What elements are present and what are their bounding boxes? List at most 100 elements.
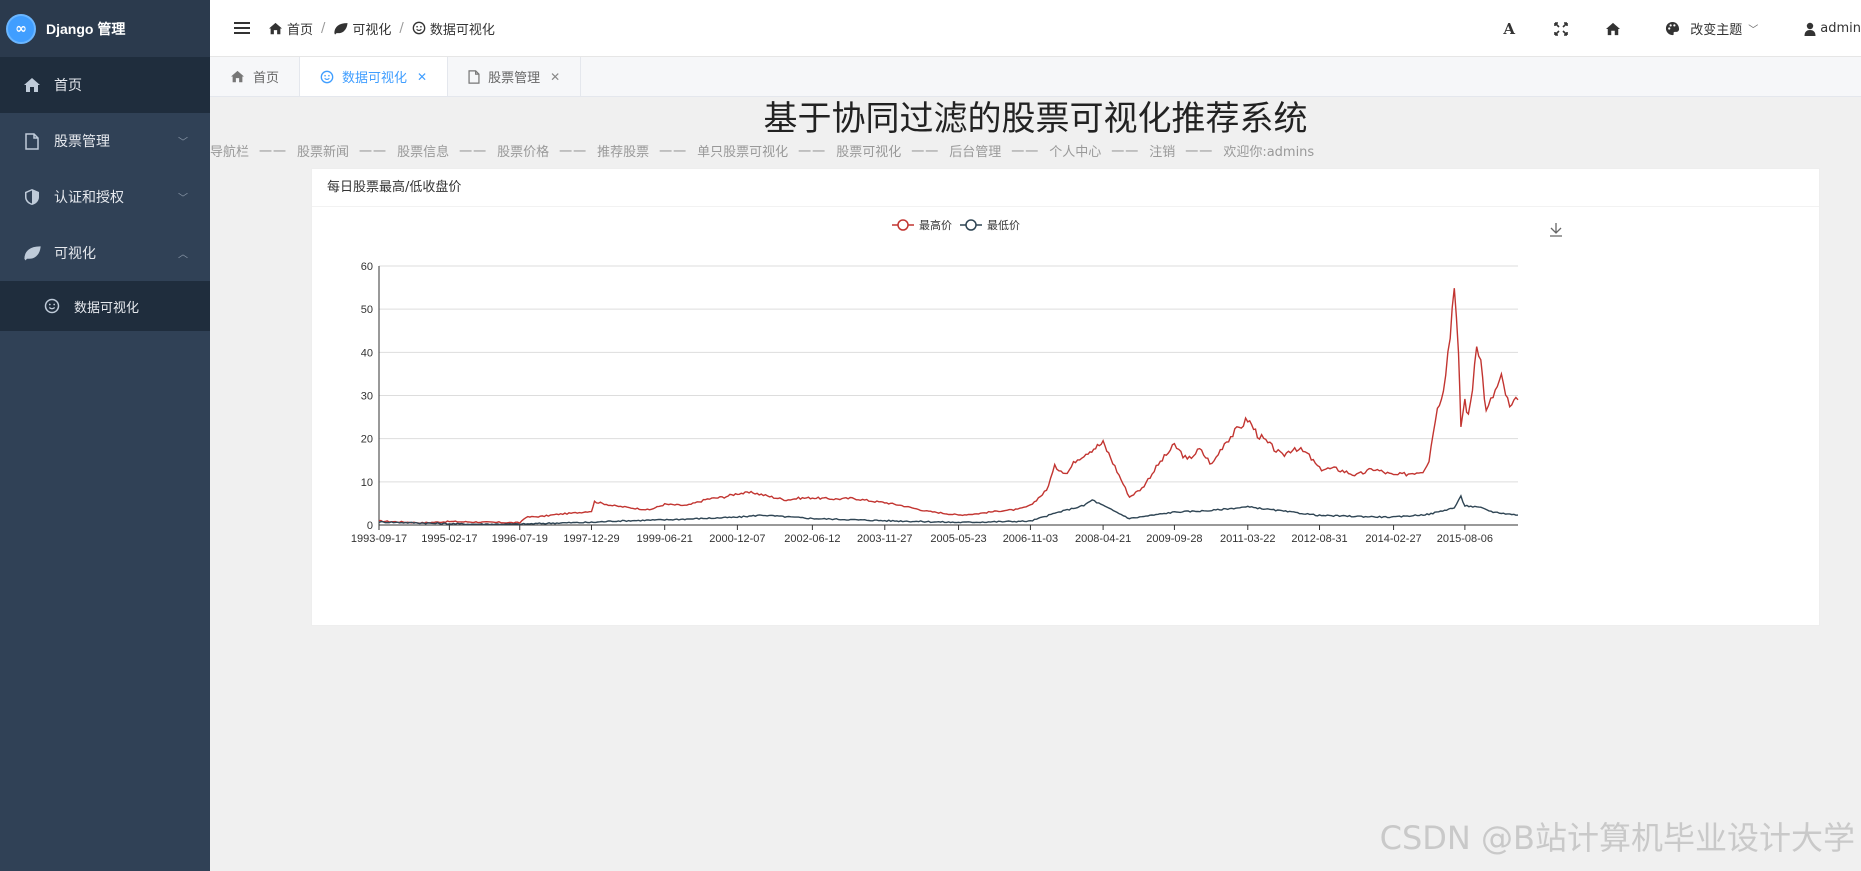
- infinity-logo-icon: ∞: [6, 13, 36, 44]
- tab-stock-management[interactable]: 股票管理 ✕: [448, 57, 582, 96]
- legend-marker: [965, 219, 977, 231]
- nav-link: 导航栏: [210, 145, 250, 160]
- nav-link[interactable]: 股票信息: [397, 141, 449, 160]
- breadcrumb-visualization[interactable]: 可视化: [352, 19, 391, 38]
- chevron-down-icon: ﹀: [1748, 25, 1759, 36]
- nav-link[interactable]: 注销: [1149, 141, 1175, 160]
- top-header: 首页 / 可视化 / 数据可视化 A 改变主题 ﹀ admin: [210, 0, 1861, 57]
- nav-separator: 一一: [1011, 145, 1040, 160]
- x-tick-label: 1999-06-21: [637, 533, 693, 545]
- user-label: admin: [1820, 21, 1861, 36]
- leaf-icon: [333, 22, 348, 35]
- home-icon: [268, 22, 283, 35]
- y-tick-label: 10: [361, 477, 373, 489]
- chart-card: 每日股票最高/低收盘价 0 10 20 30 40 50 60 1993-09-17 1995-…: [311, 168, 1820, 626]
- nav-link[interactable]: 个人中心: [1049, 141, 1101, 160]
- sidebar-item-label: 数据可视化: [74, 300, 140, 316]
- close-icon[interactable]: ✕: [550, 70, 560, 84]
- font-size-icon[interactable]: A: [1491, 11, 1527, 47]
- nav-link[interactable]: 后台管理: [949, 141, 1001, 160]
- fullscreen-icon[interactable]: [1543, 11, 1579, 47]
- nav-separator: 一一: [798, 145, 827, 160]
- legend-marker: [897, 219, 909, 231]
- palette-icon: [1665, 21, 1680, 36]
- nav-link[interactable]: 推荐股票: [597, 141, 649, 160]
- x-tick-label: 2006-11-03: [1003, 533, 1058, 545]
- user-menu[interactable]: admin: [1804, 21, 1861, 36]
- tab-data-visualization[interactable]: 数据可视化 ✕: [300, 57, 449, 96]
- tab-label: 数据可视化: [342, 71, 408, 86]
- price-line-chart: 0 10 20 30 40 50 60 1993-09-17 1995-02-17 1996-07…: [351, 218, 1562, 545]
- x-tick-label: 2011-03-22: [1220, 533, 1275, 545]
- home-icon: [22, 75, 42, 95]
- user-icon: [1804, 22, 1816, 36]
- tab-label: 股票管理: [488, 71, 541, 86]
- tab-label: 首页: [253, 71, 280, 86]
- page-tabs: 首页 数据可视化 ✕ 股票管理 ✕: [210, 57, 1861, 97]
- nav-separator: 一一: [1111, 145, 1140, 160]
- x-tick-label: 2009-09-28: [1146, 533, 1202, 545]
- sidebar-item-visualization[interactable]: 可视化 ︿: [0, 225, 210, 281]
- main-content: 基于协同过滤的股票可视化推荐系统 导航栏 一一 股票新闻 一一 股票信息 一一 股票价格 一一…: [210, 97, 1861, 871]
- y-tick-label: 60: [361, 261, 373, 273]
- nav-link[interactable]: 股票新闻: [297, 141, 349, 160]
- header-actions: A 改变主题 ﹀ admin: [1475, 0, 1861, 57]
- brand-title: Django 管理: [46, 20, 126, 37]
- download-icon[interactable]: [1550, 223, 1562, 237]
- file-icon: [468, 69, 480, 84]
- breadcrumb-home[interactable]: 首页: [287, 19, 313, 38]
- nav-link[interactable]: 单只股票可视化: [697, 141, 788, 160]
- home-icon: [230, 70, 245, 83]
- chevron-up-icon: ︿: [178, 249, 188, 261]
- shield-icon: [22, 187, 42, 207]
- hamburger-icon[interactable]: [234, 19, 250, 37]
- theme-switcher[interactable]: 改变主题 ﹀: [1665, 19, 1758, 38]
- y-tick-label: 50: [361, 304, 373, 316]
- x-tick-label: 1997-12-29: [563, 533, 619, 545]
- brand[interactable]: ∞ Django 管理: [0, 0, 210, 57]
- legend-label: 最高价: [919, 218, 952, 232]
- breadcrumb: 首页 / 可视化 / 数据可视化: [268, 19, 495, 38]
- x-tick-label: 2005-05-23: [930, 533, 986, 545]
- leaf-icon: [22, 243, 42, 263]
- sidebar-item-home[interactable]: 首页: [0, 57, 210, 113]
- legend-label: 最低价: [987, 219, 1020, 232]
- page-title: 基于协同过滤的股票可视化推荐系统: [763, 99, 1308, 139]
- card-title: 每日股票最高/低收盘价: [312, 169, 1819, 207]
- nav-separator: 一一: [659, 145, 688, 160]
- chevron-down-icon: ﹀: [178, 137, 188, 149]
- theme-label: 改变主题: [1690, 23, 1743, 38]
- sidebar: ∞ Django 管理 首页 股票管理 ﹀ 认证和授权 ﹀ 可视化 ︿ 数据可视…: [0, 0, 210, 871]
- nav-separator: 一一: [259, 145, 288, 160]
- x-tick-label: 2012-08-31: [1291, 533, 1347, 545]
- nav-link[interactable]: 股票价格: [497, 141, 549, 160]
- close-icon[interactable]: ✕: [417, 70, 427, 84]
- y-tick-label: 30: [361, 391, 373, 403]
- sidebar-item-stock-management[interactable]: 股票管理 ﹀: [0, 113, 210, 169]
- x-tick-label: 1993-09-17: [351, 533, 407, 545]
- x-tick-label: 2003-11-27: [857, 533, 912, 545]
- breadcrumb-separator: /: [399, 20, 404, 36]
- x-tick-label: 1996-07-19: [492, 533, 548, 545]
- nav-separator: 一一: [459, 145, 488, 160]
- sidebar-item-label: 首页: [54, 78, 82, 94]
- breadcrumb-data-visualization: 数据可视化: [429, 22, 495, 38]
- chevron-down-icon: ﹀: [178, 193, 188, 205]
- x-tick-label: 2014-02-27: [1365, 533, 1421, 545]
- sidebar-item-auth[interactable]: 认证和授权 ﹀: [0, 169, 210, 225]
- tab-home[interactable]: 首页: [210, 57, 301, 96]
- nav-separator: 一一: [359, 145, 388, 160]
- sidebar-item-label: 认证和授权: [54, 190, 124, 206]
- x-tick-label: 1995-02-17: [421, 533, 477, 545]
- sidebar-item-data-visualization[interactable]: 数据可视化: [0, 281, 210, 331]
- nav-link[interactable]: 股票可视化: [836, 141, 901, 160]
- sidebar-item-label: 股票管理: [54, 134, 110, 150]
- smile-icon: [320, 70, 334, 84]
- file-icon: [22, 131, 42, 151]
- x-tick-label: 2002-06-12: [784, 533, 840, 545]
- nav-separator: 一一: [911, 145, 940, 160]
- series-line-high: [379, 288, 1519, 525]
- nav-link: 欢迎你:admins: [1223, 145, 1315, 160]
- home-icon[interactable]: [1595, 11, 1631, 47]
- chart-container: 0 10 20 30 40 50 60 1993-09-17 1995-02-17 1996-07…: [312, 208, 1821, 626]
